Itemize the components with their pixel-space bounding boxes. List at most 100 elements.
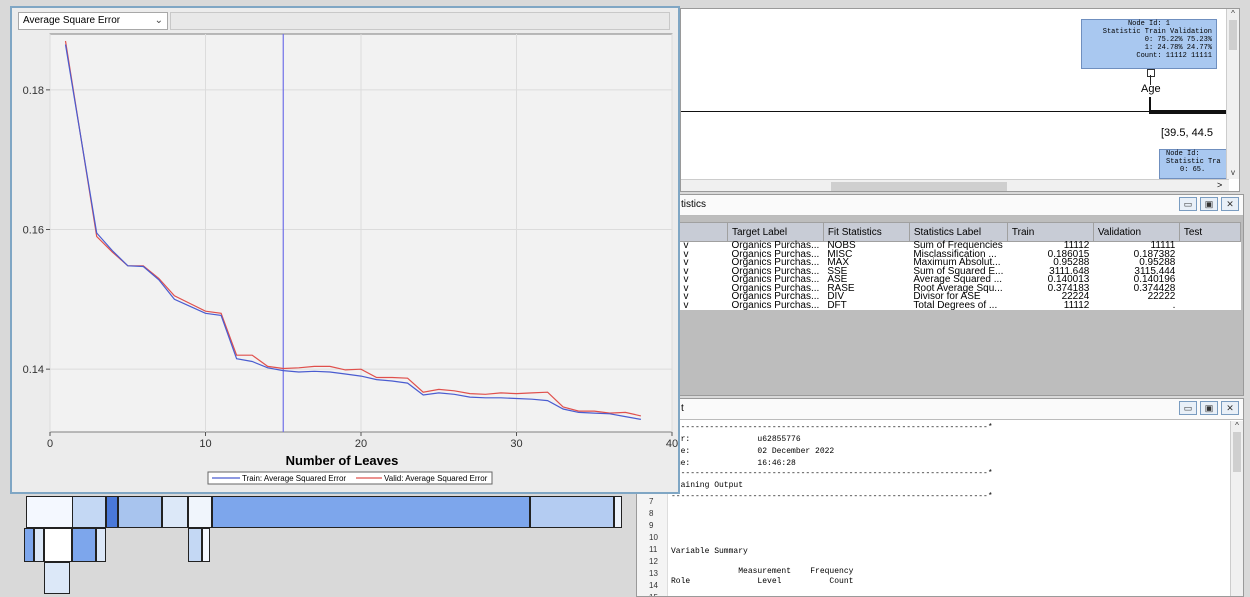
tree-map-node[interactable] <box>614 496 622 528</box>
tree-map-node[interactable] <box>202 528 210 562</box>
table-cell <box>1179 267 1241 276</box>
tree-map-node[interactable] <box>530 496 614 528</box>
tree-map-node[interactable] <box>44 562 70 594</box>
tree-branch-line-right <box>1149 110 1229 114</box>
table-cell: . <box>1093 300 1180 310</box>
table-cell: v <box>679 300 728 310</box>
column-header[interactable]: Fit Statistics <box>822 222 910 242</box>
tree-connector <box>1149 97 1151 111</box>
tree-vertical-scrollbar[interactable]: ^ v <box>1226 9 1239 179</box>
table-cell <box>1179 241 1241 251</box>
x-tick-label: 30 <box>510 438 522 450</box>
table-cell: Total Degrees of ... <box>909 300 1008 310</box>
output-line: ate: 02 December 2022 <box>671 447 835 456</box>
tree-map-node[interactable] <box>162 496 188 528</box>
table-cell <box>1179 284 1241 293</box>
tree-map-node[interactable] <box>118 496 162 528</box>
column-header[interactable]: Validation <box>1092 222 1180 242</box>
tree-map-node[interactable] <box>44 528 72 562</box>
table-cell: Organics Purchas... <box>727 300 824 310</box>
line-number: 10 <box>649 533 658 542</box>
node1-line-1: Statistic Train Validation <box>1102 28 1212 36</box>
column-header[interactable]: Test <box>1178 222 1242 242</box>
node1-line-3: 1: 24.78% 24.77% <box>1144 44 1212 52</box>
tree-map-node[interactable] <box>24 528 34 562</box>
x-tick-label: 20 <box>355 438 367 450</box>
scroll-thumb[interactable] <box>831 182 1007 191</box>
column-header[interactable] <box>679 222 728 242</box>
table-cell <box>1179 293 1241 302</box>
output-panel: t ▭ ▣ ✕ 7 8 9 10 11 12 13 14 15 16 -----… <box>636 398 1244 597</box>
output-line: ser: u62855776 <box>671 435 801 444</box>
restore-button[interactable]: ▣ <box>1200 401 1218 415</box>
column-header[interactable]: Statistics Label <box>908 222 1008 242</box>
scroll-down-icon[interactable]: v <box>1227 168 1239 177</box>
tree-horizontal-scrollbar[interactable]: > <box>681 179 1229 191</box>
tree-map-node[interactable] <box>26 496 74 528</box>
tree-map[interactable] <box>10 494 634 597</box>
y-tick-label: 0.16 <box>23 225 44 237</box>
tree-map-node[interactable] <box>34 528 44 562</box>
table-cell: 22222 <box>1093 292 1180 302</box>
tree-map-node[interactable] <box>96 528 106 562</box>
line-number: 15 <box>649 593 658 596</box>
output-line: Variable Summary <box>671 547 748 556</box>
tree-map-node[interactable] <box>106 496 118 528</box>
node1-line-2: 0: 75.22% 75.23% <box>1144 36 1212 44</box>
node1-line-0: Node Id: 1 <box>1127 20 1170 28</box>
scroll-thumb[interactable] <box>1229 20 1237 50</box>
output-line: Measurement Frequency <box>671 567 854 576</box>
output-line: ----------------------------------------… <box>671 492 993 501</box>
line-number: 8 <box>649 509 654 518</box>
table-cell: DFT <box>823 300 910 310</box>
tree-map-node[interactable] <box>212 496 530 528</box>
minimize-button[interactable]: ▭ <box>1179 197 1197 211</box>
output-line: ime: 16:46:28 <box>671 459 796 468</box>
line-number: 11 <box>649 545 658 554</box>
output-title: t <box>681 403 684 414</box>
output-title-bar: t ▭ ▣ ✕ <box>679 399 1243 420</box>
line-number: 9 <box>649 521 654 530</box>
line-number: 14 <box>649 581 658 590</box>
fit-statistics-title: tistics <box>681 199 706 210</box>
line-number: 7 <box>649 497 654 506</box>
x-tick-label: 0 <box>47 438 53 450</box>
fit-statistics-title-bar: tistics ▭ ▣ ✕ <box>679 195 1243 216</box>
minimize-button[interactable]: ▭ <box>1179 401 1197 415</box>
line-number: 12 <box>649 557 658 566</box>
output-line: Role Level Count <box>671 577 854 586</box>
table-cell: 11112 <box>1007 300 1094 310</box>
table-cell <box>1179 301 1241 310</box>
y-tick-label: 0.14 <box>23 364 44 376</box>
table-cell <box>1179 276 1241 285</box>
tree-map-node[interactable] <box>188 496 212 528</box>
scroll-right-icon[interactable]: > <box>1217 180 1222 190</box>
output-line: Training Output <box>671 481 744 490</box>
column-header[interactable]: Target Label <box>727 222 824 242</box>
node1-line-4: Count: 11112 11111 <box>1136 52 1212 60</box>
scroll-up-icon[interactable]: ^ <box>1227 9 1239 18</box>
assessment-plot-window: Average Square Error ⌄ 0 10 20 30 40 0.14 0.16… <box>10 6 680 494</box>
x-tick-label: 10 <box>199 438 211 450</box>
tree-node-1[interactable]: Node Id: 1 Statistic Train Validation 0:… <box>1081 19 1217 69</box>
tree-map-node[interactable] <box>72 528 96 562</box>
column-header[interactable]: Train <box>1006 222 1094 242</box>
branch-split-label: [39.5, 44.5 <box>1161 127 1213 139</box>
tree-map-node[interactable] <box>72 496 106 528</box>
scroll-up-icon[interactable]: ^ <box>1231 421 1243 430</box>
restore-button[interactable]: ▣ <box>1200 197 1218 211</box>
tree-diagram-panel[interactable]: Node Id: 1 Statistic Train Validation 0:… <box>680 8 1240 192</box>
line-number: 13 <box>649 569 658 578</box>
tree-map-node[interactable] <box>188 528 202 562</box>
close-button[interactable]: ✕ <box>1221 197 1239 211</box>
x-axis-label: Number of Leaves <box>286 453 399 468</box>
output-vertical-scrollbar[interactable]: ^ <box>1230 421 1243 596</box>
close-button[interactable]: ✕ <box>1221 401 1239 415</box>
tree-branch-line-left <box>681 111 1229 112</box>
table-cell <box>1179 250 1241 259</box>
node-collapse-toggle[interactable] <box>1147 69 1155 77</box>
legend-train-label: Train: Average Squared Error <box>242 474 346 483</box>
scroll-thumb[interactable] <box>1233 432 1241 472</box>
table-row[interactable]: v Organics Purchas... DFT Total Degrees of … <box>679 300 1241 310</box>
legend-valid-label: Valid: Average Squared Error <box>384 474 488 483</box>
